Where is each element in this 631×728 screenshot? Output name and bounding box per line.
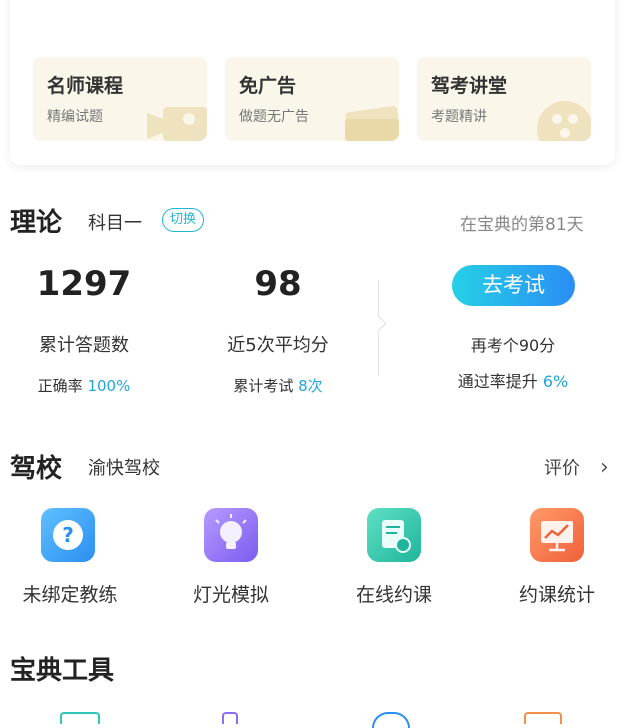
take-exam-button[interactable]: 去考试 xyxy=(452,265,575,306)
booking-stats-tile[interactable] xyxy=(530,508,584,562)
lightbulb-icon xyxy=(215,514,247,549)
accuracy-prefix: 正确率 xyxy=(37,377,83,395)
total-answers-label: 累计答题数 xyxy=(39,335,129,356)
pass-rate-prefix: 通过率提升 xyxy=(457,372,538,391)
promo-ad-free[interactable]: 免广告 做题无广告 xyxy=(225,57,399,141)
booking-stats-label[interactable]: 约课统计 xyxy=(487,580,627,607)
svg-text:?: ? xyxy=(62,523,74,547)
divider-arrow-icon xyxy=(370,315,387,332)
film-reel-icon xyxy=(537,101,591,141)
chevron-right-icon[interactable]: › xyxy=(600,455,609,480)
avg-score-value: 98 xyxy=(254,264,302,304)
school-title: 驾校 xyxy=(10,454,63,484)
avg-score-label: 近5次平均分 xyxy=(227,335,329,356)
theory-title: 理论 xyxy=(10,208,63,238)
subject-label: 科目一 xyxy=(88,213,142,234)
top-card: › 名师课程 精编试题 免广告 做题无广告 驾考讲堂 考题精讲 xyxy=(10,0,615,165)
light-simulation-tile[interactable] xyxy=(204,508,258,562)
chart-board-icon xyxy=(541,521,573,552)
promo-subtitle: 精编试题 xyxy=(47,109,103,125)
card-icon xyxy=(345,106,399,141)
question-icon: ? xyxy=(53,520,83,550)
promo-title: 名师课程 xyxy=(47,75,124,97)
pass-rate-line: 通过率提升 6% xyxy=(428,368,598,392)
school-name: 渝快驾校 xyxy=(88,458,160,479)
promo-famous-teacher-course[interactable]: 名师课程 精编试题 xyxy=(33,57,207,141)
promo-subtitle: 考题精讲 xyxy=(431,109,487,125)
tool-icon-peek[interactable] xyxy=(222,712,238,724)
tool-icon-peek[interactable] xyxy=(372,712,410,728)
exams-prefix: 累计考试 xyxy=(233,377,294,395)
online-booking-tile[interactable] xyxy=(367,508,421,562)
online-booking-label[interactable]: 在线约课 xyxy=(324,580,464,607)
exams-value: 8次 xyxy=(298,377,323,395)
tool-icon-peek[interactable] xyxy=(524,712,562,724)
accuracy-value: 100% xyxy=(87,377,131,395)
days-note: 在宝典的第81天 xyxy=(460,215,584,235)
video-camera-icon xyxy=(147,107,207,141)
review-link[interactable]: 评价 xyxy=(544,454,580,480)
promo-driving-lecture[interactable]: 驾考讲堂 考题精讲 xyxy=(417,57,591,141)
promo-title: 驾考讲堂 xyxy=(431,75,508,97)
retake-note: 再考个90分 xyxy=(470,336,556,355)
exams-line: 累计考试 8次 xyxy=(198,375,358,396)
accuracy-line: 正确率 100% xyxy=(14,375,154,396)
pass-rate-value: 6% xyxy=(542,372,569,391)
tool-icon-peek[interactable] xyxy=(60,712,100,724)
tools-title: 宝典工具 xyxy=(10,656,115,686)
unbound-coach-label[interactable]: 未绑定教练 xyxy=(0,580,140,607)
promo-subtitle: 做题无广告 xyxy=(239,109,309,125)
switch-subject-button[interactable]: 切换 xyxy=(162,208,205,232)
light-simulation-label[interactable]: 灯光模拟 xyxy=(161,580,301,607)
total-answers-value: 1297 xyxy=(36,264,132,304)
schedule-doc-icon xyxy=(382,520,411,553)
unbound-coach-tile[interactable]: ? xyxy=(41,508,95,562)
promo-title: 免广告 xyxy=(239,75,297,97)
